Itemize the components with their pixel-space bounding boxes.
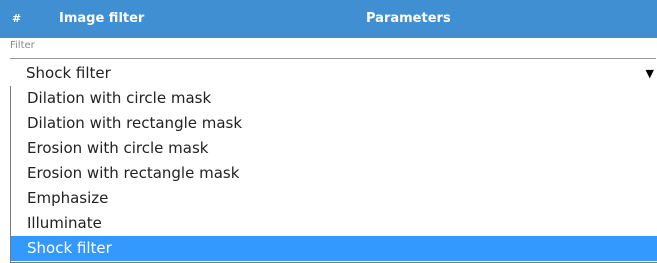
header-parameters-column[interactable]: Parameters [366,12,451,26]
filter-selected-value[interactable]: Shock filter [26,64,111,82]
image-filter-panel: # Image filter Parameters Filter Shock f… [0,0,657,263]
filter-option[interactable]: Dilation with rectangle mask [11,111,657,136]
filter-select[interactable]: Shock filter ▼ [10,58,656,86]
filter-option[interactable]: Erosion with circle mask [11,136,657,161]
filter-option[interactable]: Erosion with rectangle mask [11,161,657,186]
filter-options-list[interactable]: Dilation with circle mask Dilation with … [10,86,657,263]
dropdown-arrow-icon[interactable]: ▼ [646,67,654,81]
filter-option[interactable]: Illuminate [11,211,657,236]
filter-label: Filter [10,40,35,51]
header-image-filter-column[interactable]: Image filter [59,12,144,26]
filter-option[interactable]: Dilation with circle mask [11,86,657,111]
header-number-column[interactable]: # [12,12,21,26]
filter-option[interactable]: Emphasize [11,186,657,211]
filter-option[interactable]: Shock filter [11,236,657,261]
table-header: # Image filter Parameters [0,0,657,38]
